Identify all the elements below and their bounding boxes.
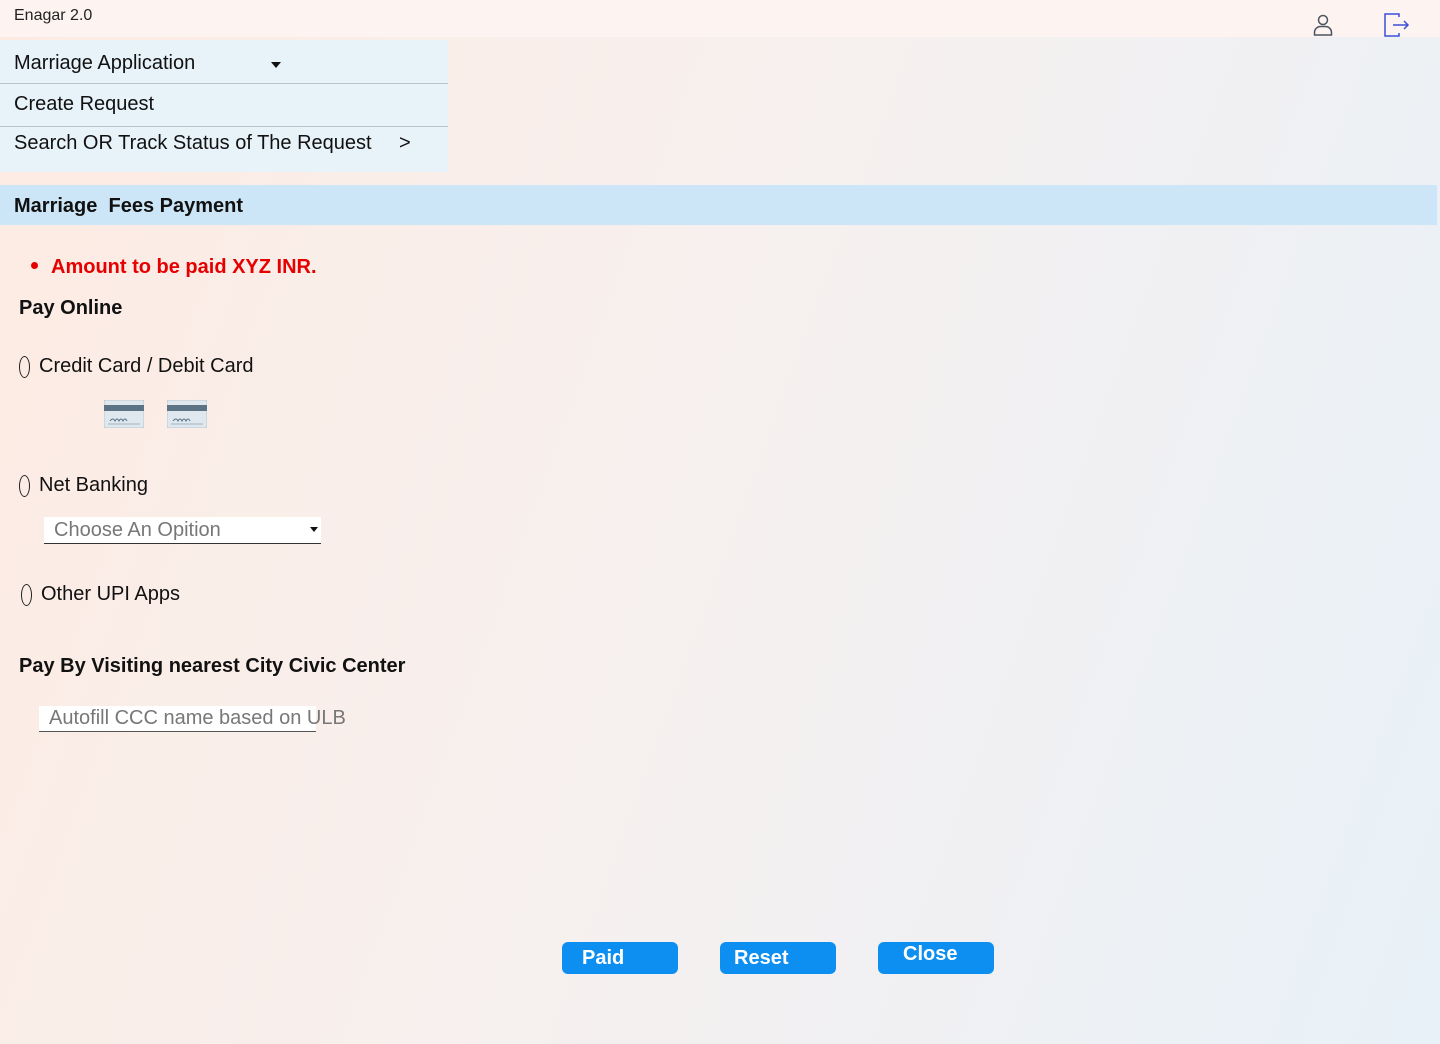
- reset-button[interactable]: Reset: [720, 942, 836, 974]
- chevron-down-icon: [310, 527, 318, 532]
- menu-item-marriage-application[interactable]: Marriage Application: [0, 52, 448, 80]
- amount-notice: Amount to be paid XYZ INR.: [31, 256, 317, 279]
- pay-online-heading: Pay Online: [19, 297, 123, 319]
- pay-offline-heading: Pay By Visiting nearest City Civic Cente…: [19, 655, 406, 677]
- net-banking-select[interactable]: Choose An Opition: [44, 517, 321, 544]
- paid-button[interactable]: Paid: [562, 942, 678, 974]
- menu-item-create-request[interactable]: Create Request: [0, 93, 448, 121]
- other-upi-apps-label[interactable]: Other UPI Apps: [41, 583, 180, 606]
- user-icon[interactable]: [1311, 13, 1335, 37]
- chevron-right-icon: >: [399, 132, 411, 154]
- close-button-label: Close: [903, 943, 958, 965]
- app-title: Enagar 2.0: [14, 7, 93, 24]
- ccc-name-placeholder: Autofill CCC name based on ULB: [49, 707, 346, 729]
- menu-item-label: Marriage Application: [14, 52, 196, 74]
- close-button[interactable]: Close: [878, 942, 994, 974]
- menu-item-search-track-status[interactable]: Search OR Track Status of The Request >: [0, 132, 448, 160]
- debit-card-icon[interactable]: [166, 399, 208, 429]
- top-bar: Enagar 2.0: [0, 0, 1440, 37]
- credit-debit-card-label[interactable]: Credit Card / Debit Card: [39, 355, 254, 378]
- amount-text: Amount to be paid XYZ INR.: [51, 256, 317, 278]
- logout-icon[interactable]: [1382, 11, 1410, 39]
- section-header: Marriage Fees Payment: [0, 185, 1437, 225]
- paid-button-label: Paid: [582, 947, 625, 969]
- menu-item-label: Search OR Track Status of The Request: [14, 132, 372, 154]
- credit-card-icon[interactable]: [103, 399, 145, 429]
- menu-item-label: Create Request: [14, 93, 155, 115]
- menu-divider: [0, 126, 448, 127]
- select-placeholder: Choose An Opition: [54, 519, 221, 541]
- menu-divider: [0, 83, 448, 84]
- other-upi-apps-radio[interactable]: [21, 584, 32, 606]
- sidebar-menu: Marriage Application Create Request Sear…: [0, 40, 448, 172]
- reset-button-label: Reset: [734, 947, 789, 969]
- net-banking-radio[interactable]: [19, 475, 30, 497]
- section-title: Marriage Fees Payment: [14, 195, 243, 217]
- chevron-down-icon: [271, 62, 281, 68]
- net-banking-label[interactable]: Net Banking: [39, 474, 148, 497]
- credit-debit-card-radio[interactable]: [19, 356, 30, 378]
- bullet-icon: [31, 262, 38, 270]
